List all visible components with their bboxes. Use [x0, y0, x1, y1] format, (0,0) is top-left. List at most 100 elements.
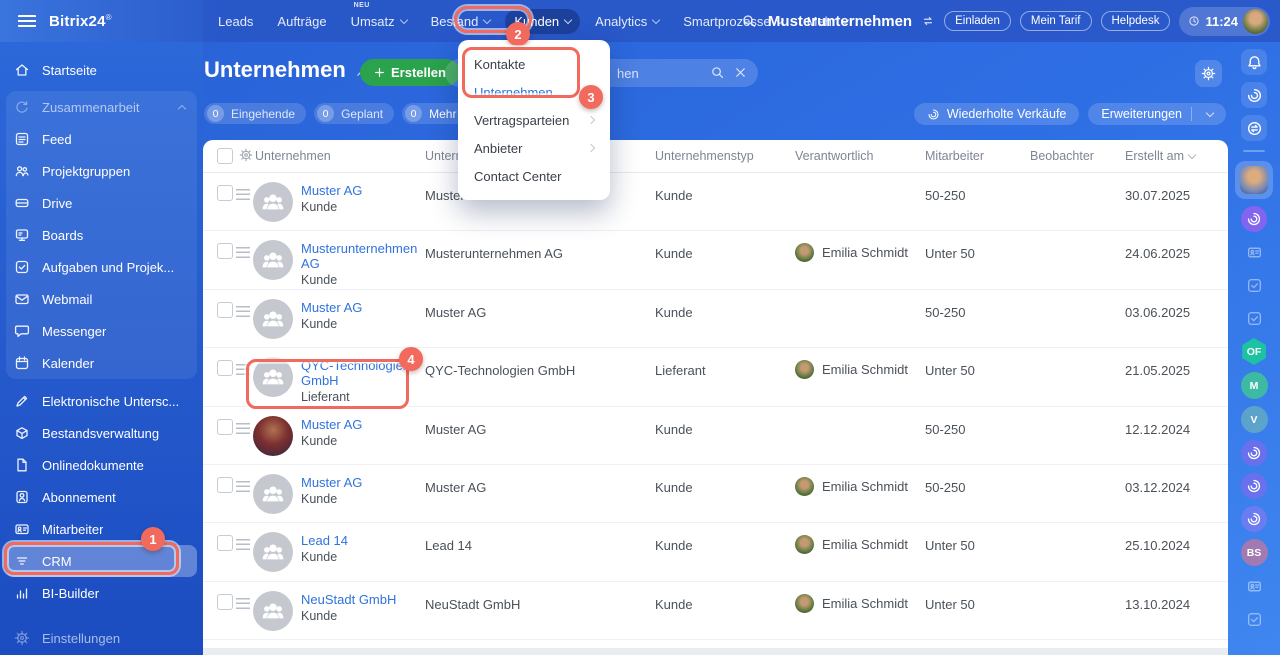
portal-name[interactable]: Musterunternehmen: [768, 13, 912, 30]
topnav-leads[interactable]: Leads: [209, 9, 262, 34]
view-settings-button[interactable]: [1195, 60, 1222, 87]
einladen-button[interactable]: Einladen: [944, 11, 1011, 31]
column-header-mitarbeiter[interactable]: Mitarbeiter: [925, 149, 984, 163]
select-all-checkbox[interactable]: [217, 148, 233, 164]
helpdesk-button[interactable]: Helpdesk: [1101, 11, 1171, 31]
menu-item-vertragsparteien[interactable]: Vertragsparteien: [458, 106, 610, 134]
sidebar-item-mitarbeiter[interactable]: Mitarbeiter: [6, 513, 197, 545]
tasks-icon[interactable]: [1241, 272, 1267, 298]
drag-handle[interactable]: [236, 598, 250, 609]
sidebar-item-messenger[interactable]: Messenger: [6, 315, 197, 347]
sidebar-item-startseite[interactable]: Startseite: [6, 55, 197, 85]
switch-portal-icon[interactable]: [921, 14, 935, 28]
menu-item-kontakte[interactable]: Kontakte: [458, 50, 610, 78]
column-header-unternehmen[interactable]: Unternehmen: [255, 149, 331, 163]
contact-card-icon[interactable]: [1241, 573, 1267, 599]
mein-tarif-button[interactable]: Mein Tarif: [1020, 11, 1092, 31]
sidebar-item-abonnement[interactable]: Abonnement: [6, 481, 197, 513]
company-link[interactable]: NeuStadt GmbH: [301, 592, 396, 607]
strip-badge-of[interactable]: OF: [1241, 338, 1268, 365]
sidebar-item-webmail[interactable]: Webmail: [6, 283, 197, 315]
copilot-icon[interactable]: [1241, 506, 1267, 532]
table-row-muster-ag[interactable]: Muster AGKundeMuster AGKunde50-25012.12.…: [203, 407, 1228, 465]
time-tracker[interactable]: 11:24: [1179, 7, 1270, 36]
row-checkbox[interactable]: [217, 477, 233, 493]
sidebar-item-kalender[interactable]: Kalender: [6, 347, 197, 379]
strip-badge-v[interactable]: V: [1241, 406, 1268, 433]
row-checkbox[interactable]: [217, 302, 233, 318]
notifications-icon[interactable]: [1241, 49, 1267, 75]
drag-handle[interactable]: [236, 423, 250, 434]
sidebar-item-onlinedokumente[interactable]: Onlinedokumente: [6, 449, 197, 481]
company-link[interactable]: QYC-Technologien GmbH: [301, 358, 410, 388]
tasks-icon[interactable]: [1241, 606, 1267, 632]
row-checkbox[interactable]: [217, 594, 233, 610]
clear-search-icon[interactable]: [733, 65, 748, 80]
copilot-icon[interactable]: [1241, 206, 1267, 232]
user-avatar[interactable]: [1243, 9, 1268, 34]
hamburger-menu-icon[interactable]: [18, 15, 36, 27]
sidebar-item-crm[interactable]: CRM: [6, 545, 197, 577]
row-checkbox[interactable]: [217, 185, 233, 201]
menu-item-unternehmen[interactable]: Unternehmen: [458, 78, 610, 106]
row-checkbox[interactable]: [217, 243, 233, 259]
table-row-qyc-technologien-gmbh[interactable]: QYC-Technologien GmbHLieferantQYC-Techno…: [203, 348, 1228, 406]
messenger-sync-icon[interactable]: [1241, 115, 1267, 141]
profile-avatar[interactable]: [1235, 161, 1273, 199]
strip-badge-bs[interactable]: BS: [1241, 539, 1268, 566]
search-icon[interactable]: [741, 13, 757, 29]
company-link[interactable]: Muster AG: [301, 475, 362, 490]
sidebar-item-bestandsverwaltung[interactable]: Bestandsverwaltung: [6, 417, 197, 449]
column-header-unternehmenstyp[interactable]: Unternehmenstyp: [655, 149, 754, 163]
table-row-musterunternehmen-ag[interactable]: Musterunternehmen AGKundeMusterunternehm…: [203, 231, 1228, 289]
drag-handle[interactable]: [236, 481, 250, 492]
copilot-icon[interactable]: [1241, 82, 1267, 108]
column-header-erstellt-am[interactable]: Erstellt am: [1125, 149, 1195, 163]
tasks-icon[interactable]: [1241, 305, 1267, 331]
topnav-analytics[interactable]: Analytics: [586, 9, 668, 34]
repeated-sales-button[interactable]: Wiederholte Verkäufe: [914, 103, 1080, 125]
topnav-auftr-ge[interactable]: Aufträge: [268, 9, 335, 34]
drag-handle[interactable]: [236, 306, 250, 317]
sidebar-item-bi-builder[interactable]: BI-Builder: [6, 577, 197, 609]
sidebar-item-boards[interactable]: Boards: [6, 219, 197, 251]
column-header-beobachter[interactable]: Beobachter: [1030, 149, 1094, 163]
topnav-kunden[interactable]: Kunden: [505, 9, 580, 34]
table-row-muster-ag[interactable]: Muster AGKundeMuster AGKunde50-25003.06.…: [203, 290, 1228, 348]
copilot-icon[interactable]: [1241, 473, 1267, 499]
menu-item-anbieter[interactable]: Anbieter: [458, 134, 610, 162]
company-link[interactable]: Muster AG: [301, 417, 362, 432]
table-row-lead-14[interactable]: Lead 14KundeLead 14KundeEmilia SchmidtUn…: [203, 523, 1228, 581]
counter-chip-eingehende[interactable]: 0Eingehende: [204, 103, 306, 124]
sidebar-item-drive[interactable]: Drive: [6, 187, 197, 219]
strip-badge-m[interactable]: M: [1241, 372, 1268, 399]
table-row-muster-ag[interactable]: Muster AGKundeMuster AGKunde50-25030.07.…: [203, 173, 1228, 231]
sidebar-item-feed[interactable]: Feed: [6, 123, 197, 155]
drag-handle[interactable]: [236, 364, 250, 375]
row-checkbox[interactable]: [217, 360, 233, 376]
sidebar-item-zusammenarbeit[interactable]: Zusammenarbeit: [6, 91, 197, 123]
logo[interactable]: Bitrix24®: [49, 13, 112, 30]
table-row-muster-ag[interactable]: Muster AGKundeMuster AGKundeEmilia Schmi…: [203, 465, 1228, 523]
row-checkbox[interactable]: [217, 535, 233, 551]
company-link[interactable]: Muster AG: [301, 183, 362, 198]
extensions-button[interactable]: Erweiterungen: [1088, 103, 1226, 125]
company-link[interactable]: Lead 14: [301, 533, 348, 548]
sidebar-item-aufgaben-und-projek[interactable]: Aufgaben und Projek...: [6, 251, 197, 283]
column-header-verantwortlich[interactable]: Verantwortlich: [795, 149, 874, 163]
company-link[interactable]: Musterunternehmen AG: [301, 241, 417, 271]
drag-handle[interactable]: [236, 539, 250, 550]
drag-handle[interactable]: [236, 189, 250, 200]
horizontal-scrollbar[interactable]: [203, 648, 1228, 655]
sidebar-item-projektgruppen[interactable]: Projektgruppen: [6, 155, 197, 187]
copilot-icon[interactable]: [1241, 440, 1267, 466]
topnav-umsatz[interactable]: NEUUmsatz: [342, 9, 416, 34]
topnav-bestand[interactable]: Bestand: [422, 9, 500, 34]
menu-item-contact-center[interactable]: Contact Center: [458, 162, 610, 190]
table-row-neustadt-gmbh[interactable]: NeuStadt GmbHKundeNeuStadt GmbHKundeEmil…: [203, 582, 1228, 640]
column-settings-icon[interactable]: [239, 148, 253, 162]
row-checkbox[interactable]: [217, 419, 233, 435]
sidebar-item-einstellungen[interactable]: Einstellungen: [6, 623, 197, 653]
drag-handle[interactable]: [236, 247, 250, 258]
counter-chip-geplant[interactable]: 0Geplant: [314, 103, 394, 124]
